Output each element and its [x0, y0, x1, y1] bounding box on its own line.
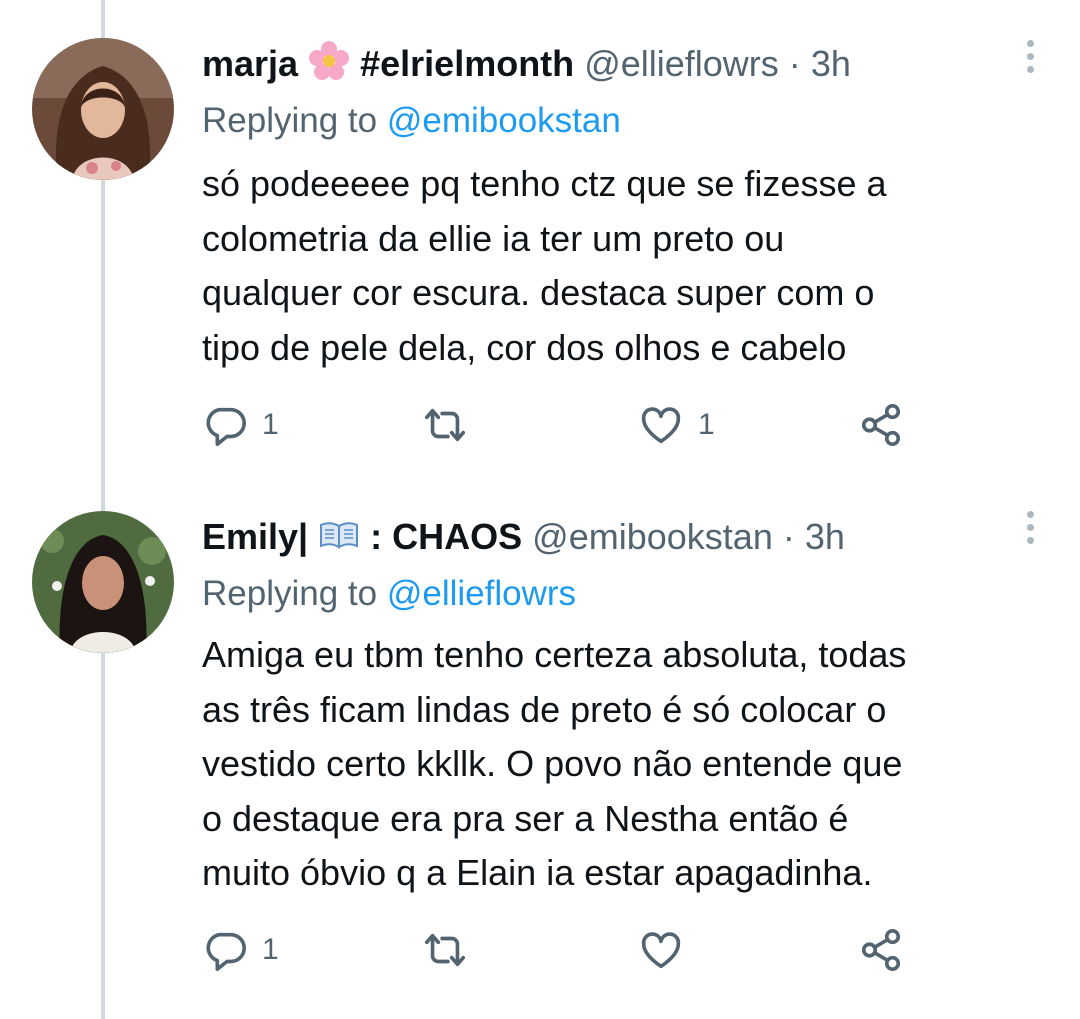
- share-icon: [861, 404, 901, 446]
- replying-to: Replying to @emibookstan: [202, 99, 621, 143]
- open-book-icon: [320, 522, 359, 549]
- display-name[interactable]: marja: [202, 43, 298, 84]
- replying-to-link[interactable]: @emibookstan: [387, 101, 621, 140]
- retweet-button[interactable]: [422, 924, 482, 976]
- reply-count: 1: [262, 408, 279, 441]
- tweet-text-line: colometria da ellie ia ter um preto ou: [202, 217, 785, 259]
- tweet-text-line: qualquer cor escura. destaca super com o: [202, 272, 875, 313]
- tweet-text-line: Amiga eu tbm tenho certeza absoluta, tod…: [202, 634, 907, 675]
- avatar[interactable]: [32, 38, 174, 180]
- tweet-text: só podeeeee pq tenho ctz que se fizesse …: [202, 157, 1052, 375]
- tweet-actions: 1 1: [202, 399, 922, 451]
- display-name[interactable]: Emily|: [202, 516, 308, 557]
- tweet[interactable]: marja #elrielmonth @ellieflowrs · 3h Rep…: [0, 0, 1080, 475]
- replying-to-label: Replying to: [202, 574, 378, 613]
- tweet-text-line: o destaque era pra ser a Nestha então é: [202, 797, 849, 839]
- replying-to-label: Replying to: [202, 101, 378, 140]
- display-name-suffix[interactable]: #elrielmonth: [360, 43, 574, 84]
- user-handle[interactable]: @ellieflowrs: [584, 43, 779, 84]
- tweet-header: marja #elrielmonth @ellieflowrs · 3h: [202, 40, 1010, 86]
- more-options-icon[interactable]: [1024, 511, 1036, 547]
- tweet-text-line: só podeeeee pq tenho ctz que se fizesse …: [202, 163, 887, 204]
- tweet[interactable]: Emily| : CHAOS @emibookstan · 3h Replyin…: [0, 475, 1080, 1019]
- tweet-text-line: muito óbvio q a Elain ia estar apagadinh…: [202, 852, 873, 893]
- like-button[interactable]: [638, 924, 698, 976]
- cherry-blossom-icon: [309, 41, 350, 80]
- timestamp[interactable]: 3h: [805, 516, 845, 557]
- tweet-text: Amiga eu tbm tenho certeza absoluta, tod…: [202, 628, 1052, 901]
- share-button[interactable]: [858, 924, 904, 976]
- separator-dot: ·: [788, 43, 801, 84]
- heart-icon: [641, 407, 681, 444]
- reply-button[interactable]: 1: [202, 399, 279, 451]
- retweet-icon: [424, 933, 466, 967]
- replying-to: Replying to @ellieflowrs: [202, 572, 576, 616]
- share-button[interactable]: [858, 399, 904, 451]
- like-button[interactable]: 1: [638, 399, 715, 451]
- more-options-icon[interactable]: [1024, 40, 1036, 76]
- avatar[interactable]: [32, 511, 174, 653]
- heart-icon: [641, 932, 681, 969]
- replying-to-link[interactable]: @ellieflowrs: [387, 574, 576, 613]
- user-handle[interactable]: @emibookstan: [532, 516, 773, 557]
- retweet-button[interactable]: [422, 399, 482, 451]
- reply-count: 1: [262, 933, 279, 966]
- tweet-text-line: as três ficam lindas de preto é só coloc…: [202, 688, 887, 730]
- display-name-suffix[interactable]: : CHAOS: [370, 516, 522, 557]
- tweet-text-line: vestido certo kkllk. O povo não entende …: [202, 743, 903, 784]
- reply-icon: [206, 407, 246, 446]
- like-count: 1: [698, 408, 715, 441]
- tweet-header: Emily| : CHAOS @emibookstan · 3h: [202, 513, 1010, 559]
- separator-dot: ·: [782, 516, 795, 557]
- tweet-text-line: tipo de pele dela, cor dos olhos e cabel…: [202, 326, 847, 368]
- reply-button[interactable]: 1: [202, 924, 279, 976]
- tweet-actions: 1: [202, 924, 922, 976]
- share-icon: [861, 929, 901, 971]
- retweet-icon: [424, 408, 466, 442]
- timestamp[interactable]: 3h: [811, 43, 851, 84]
- reply-icon: [206, 932, 246, 971]
